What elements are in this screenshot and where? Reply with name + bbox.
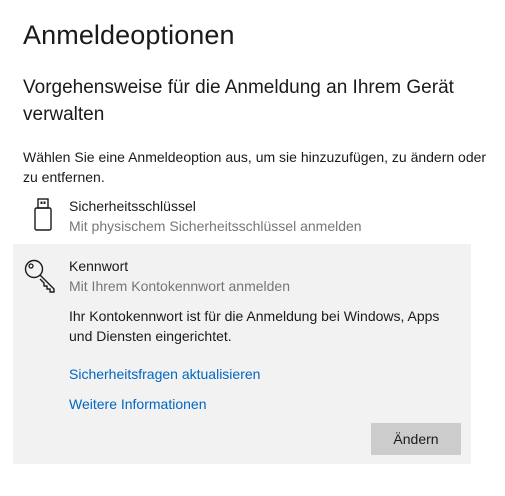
more-information-link[interactable]: Weitere Informationen	[69, 396, 206, 412]
option-security-key[interactable]: Sicherheitsschlüssel Mit physischem Sich…	[13, 193, 471, 241]
option-subtitle: Mit physischem Sicherheitsschlüssel anme…	[69, 218, 362, 234]
option-password[interactable]: Kennwort Mit Ihrem Kontokennwort anmelde…	[13, 244, 471, 464]
change-password-button[interactable]: Ändern	[371, 423, 461, 455]
usb-key-icon	[27, 198, 59, 232]
update-security-questions-link[interactable]: Sicherheitsfragen aktualisieren	[69, 366, 260, 382]
option-title: Sicherheitsschlüssel	[69, 198, 196, 214]
key-icon	[23, 258, 59, 294]
option-title: Kennwort	[69, 258, 129, 274]
section-description: Wählen Sie eine Anmeldeoption aus, um si…	[23, 149, 487, 185]
section-title: Vorgehensweise für die Anmeldung an Ihre…	[23, 77, 454, 125]
option-subtitle: Mit Ihrem Kontokennwort anmelden	[69, 278, 290, 294]
page-title: Anmeldeoptionen	[23, 20, 235, 50]
password-detail-text: Ihr Kontokennwort ist für die Anmeldung …	[69, 308, 440, 344]
